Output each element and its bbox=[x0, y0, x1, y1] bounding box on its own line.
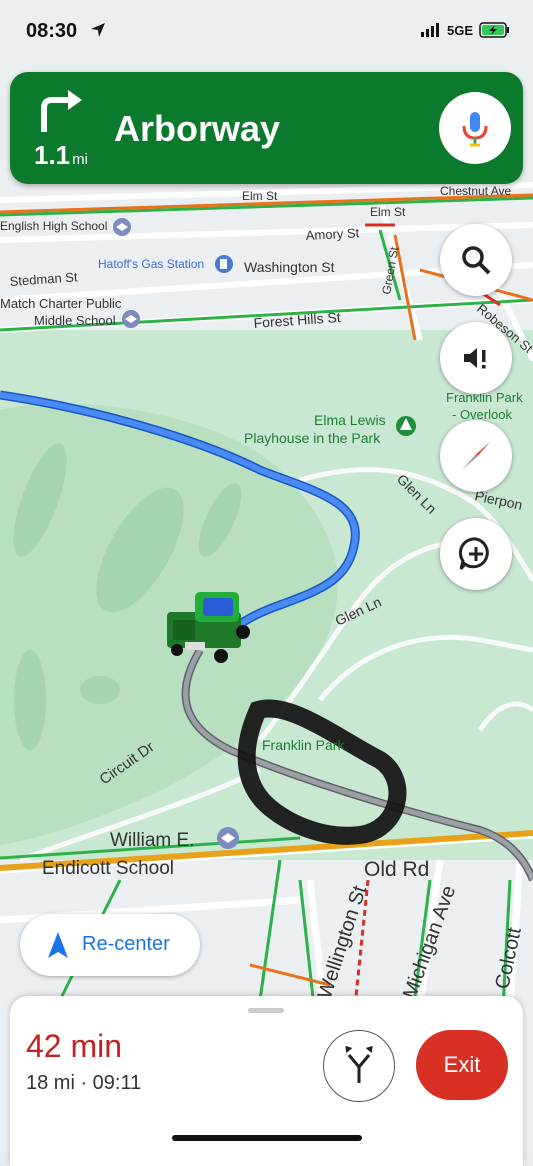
navigation-banner[interactable]: 1.1 mi Arborway bbox=[10, 72, 523, 184]
search-icon bbox=[462, 246, 491, 275]
compass-icon bbox=[462, 442, 490, 470]
navigation-arrow-icon bbox=[48, 932, 68, 958]
street-label: Washington St bbox=[244, 259, 335, 275]
trip-details: 18 mi · 09:11 bbox=[26, 1072, 142, 1094]
next-street-name: Arborway bbox=[114, 108, 281, 149]
area-label: Franklin Park bbox=[262, 737, 345, 753]
poi-label: Hatoff's Gas Station bbox=[98, 257, 204, 271]
poi-label: Middle School bbox=[34, 313, 116, 328]
alternate-routes-button[interactable] bbox=[323, 1030, 395, 1102]
school-icon bbox=[113, 218, 131, 236]
sheet-drag-handle[interactable] bbox=[248, 1008, 284, 1013]
park-icon bbox=[396, 416, 416, 436]
speaker-alert-icon bbox=[464, 348, 486, 369]
distance-value: 1.1 bbox=[34, 140, 71, 170]
gas-station-icon bbox=[215, 255, 233, 273]
location-arrow-icon bbox=[91, 23, 105, 37]
eta-duration: 42 min bbox=[26, 1028, 123, 1064]
home-indicator[interactable] bbox=[172, 1135, 362, 1141]
microphone-icon bbox=[462, 112, 488, 147]
status-bar: 08:30 5GE bbox=[0, 0, 533, 62]
turn-right-arrow-icon bbox=[41, 90, 82, 132]
distance-unit: mi bbox=[72, 151, 88, 168]
poi-label: Match Charter Public bbox=[0, 296, 122, 311]
poi-label: English High School bbox=[0, 219, 107, 233]
school-icon bbox=[217, 827, 239, 849]
poi-label: Elma Lewis bbox=[314, 412, 386, 428]
street-label: Old Rd bbox=[364, 858, 429, 881]
battery-charging-icon bbox=[479, 22, 509, 38]
poi-label: Playhouse in the Park bbox=[244, 430, 381, 446]
street-label: Elm St bbox=[242, 189, 278, 203]
exit-navigation-button[interactable]: Exit bbox=[416, 1030, 508, 1100]
poi-label: William E. bbox=[110, 830, 194, 851]
status-time: 08:30 bbox=[26, 20, 78, 42]
compass-button[interactable] bbox=[440, 420, 512, 492]
sound-alert-button[interactable] bbox=[440, 322, 512, 394]
network-label: 5GE bbox=[446, 22, 473, 38]
recenter-label: Re-center bbox=[82, 933, 170, 955]
add-report-button[interactable] bbox=[440, 518, 512, 590]
route-fork-icon bbox=[345, 1045, 373, 1083]
signal-icon bbox=[420, 23, 439, 37]
school-icon bbox=[122, 310, 140, 328]
voice-search-button[interactable] bbox=[439, 92, 511, 164]
search-button[interactable] bbox=[440, 224, 512, 296]
distance-to-turn: 1.1 mi bbox=[34, 140, 88, 171]
street-label: Chestnut Ave bbox=[440, 184, 511, 198]
status-indicators: 5GE bbox=[420, 22, 511, 38]
add-report-icon bbox=[458, 537, 489, 570]
poi-label: Endicott School bbox=[42, 858, 174, 879]
recenter-button[interactable]: Re-center bbox=[20, 914, 200, 976]
street-label: Amory St bbox=[305, 225, 360, 243]
street-label: Elm St bbox=[370, 205, 406, 219]
